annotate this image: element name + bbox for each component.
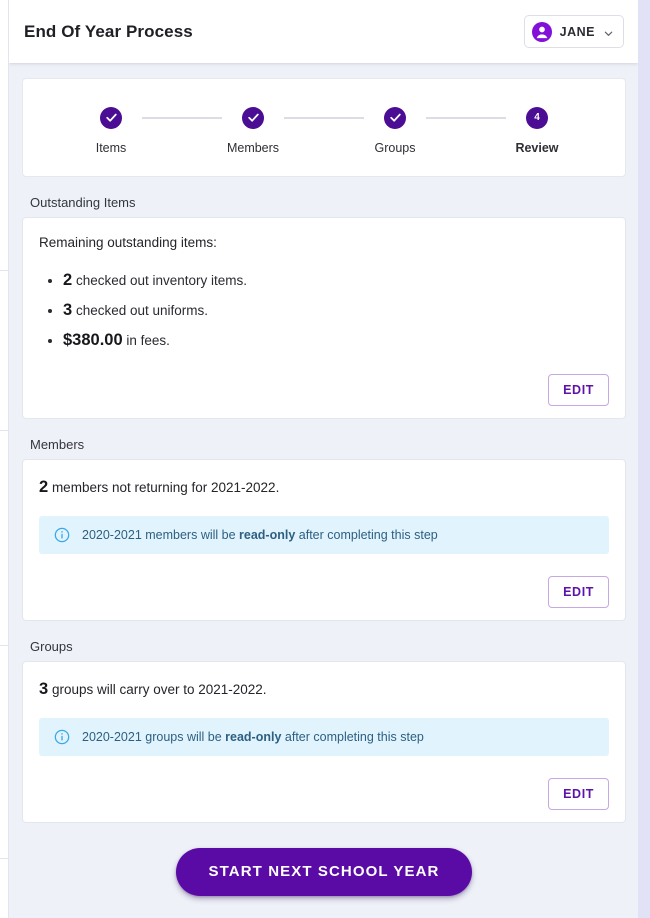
banner-text: 2020-2021 members will be read-only afte… [82,527,438,543]
rail-divider [0,858,9,859]
check-icon [105,111,118,124]
step-connector [142,117,222,119]
app-window: End Of Year Process JANE [0,0,650,918]
card-actions: EDIT [39,374,609,406]
section-heading: Groups [22,621,626,661]
item-count: 2 [63,271,72,289]
members-summary: 2 members not returning for 2021-2022. [39,476,609,499]
step-items[interactable]: Items [80,107,142,155]
banner-suffix: after completing this step [281,730,423,744]
item-text: checked out uniforms. [72,303,208,318]
groups-card: 3 groups will carry over to 2021-2022. 2… [22,661,626,823]
edit-groups-button[interactable]: EDIT [548,778,609,810]
banner-emphasis: read-only [225,730,281,744]
rail-divider [0,270,9,271]
banner-text: 2020-2021 groups will be read-only after… [82,729,424,745]
page-title: End Of Year Process [24,22,193,42]
section-heading: Outstanding Items [22,177,626,217]
check-icon [247,111,260,124]
members-summary-text: members not returning for 2021-2022. [48,480,279,495]
stepper-card: Items Members [22,78,626,177]
section-heading: Members [22,419,626,459]
info-circle-icon [54,527,70,543]
step-label: Members [227,141,279,155]
rail-divider [0,430,9,431]
main-content: Items Members [10,63,638,918]
groups-summary: 3 groups will carry over to 2021-2022. [39,678,609,701]
members-card: 2 members not returning for 2021-2022. 2… [22,459,626,621]
cta-container: START NEXT SCHOOL YEAR [10,823,638,896]
step-marker-complete [100,107,122,129]
groups-count: 3 [39,680,48,698]
members-count: 2 [39,478,48,496]
user-menu-button[interactable]: JANE [524,15,624,48]
banner-prefix: 2020-2021 groups will be [82,730,225,744]
item-amount: $380.00 [63,331,123,349]
step-review[interactable]: 4 Review [506,107,568,155]
collapsed-sidebar-rail[interactable] [0,0,9,918]
edit-outstanding-items-button[interactable]: EDIT [548,374,609,406]
banner-suffix: after completing this step [295,528,437,542]
step-marker-complete [242,107,264,129]
card-actions: EDIT [39,778,609,810]
groups-summary-text: groups will carry over to 2021-2022. [48,682,266,697]
step-label: Groups [375,141,416,155]
start-next-school-year-button[interactable]: START NEXT SCHOOL YEAR [176,848,473,896]
step-connector [426,117,506,119]
outstanding-items-list: 2 checked out inventory items. 3 checked… [63,269,609,352]
outstanding-lead-text: Remaining outstanding items: [39,234,609,253]
step-number-label: 4 [534,113,540,123]
card-actions: EDIT [39,576,609,608]
members-readonly-banner: 2020-2021 members will be read-only afte… [39,516,609,554]
banner-prefix: 2020-2021 members will be [82,528,239,542]
step-label: Items [96,141,127,155]
step-groups[interactable]: Groups [364,107,426,155]
section-groups: Groups 3 groups will carry over to 2021-… [22,621,626,823]
item-text: checked out inventory items. [72,273,247,288]
person-avatar-icon [532,22,552,42]
rail-divider [0,645,9,646]
progress-stepper: Items Members [80,101,568,155]
edit-members-button[interactable]: EDIT [548,576,609,608]
app-header: End Of Year Process JANE [9,0,638,63]
list-item: 3 checked out uniforms. [63,299,609,321]
info-circle-icon [54,729,70,745]
item-text: in fees. [123,333,170,348]
chevron-down-icon [603,26,614,37]
step-marker-current: 4 [526,107,548,129]
banner-emphasis: read-only [239,528,295,542]
step-members[interactable]: Members [222,107,284,155]
user-name-label: JANE [560,25,595,39]
section-members: Members 2 members not returning for 2021… [22,419,626,621]
groups-readonly-banner: 2020-2021 groups will be read-only after… [39,718,609,756]
list-item: 2 checked out inventory items. [63,269,609,291]
item-count: 3 [63,301,72,319]
outstanding-items-card: Remaining outstanding items: 2 checked o… [22,217,626,419]
list-item: $380.00 in fees. [63,329,609,351]
step-label: Review [515,141,558,155]
section-outstanding-items: Outstanding Items Remaining outstanding … [22,177,626,419]
step-marker-complete [384,107,406,129]
right-gutter [638,0,650,918]
check-icon [389,111,402,124]
step-connector [284,117,364,119]
